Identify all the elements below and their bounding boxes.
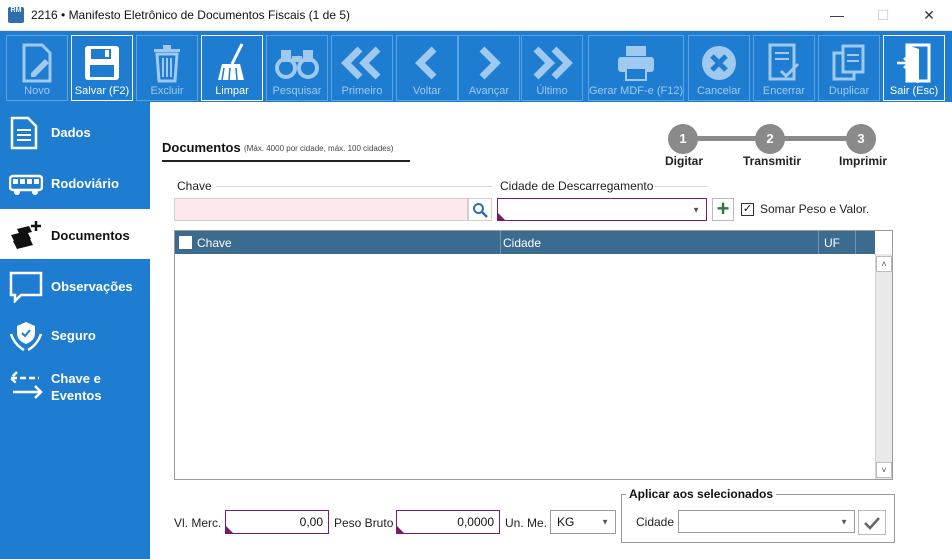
grid-header: Chave Cidade UF (175, 231, 875, 254)
sidebar-item-dados[interactable]: Dados (0, 106, 150, 156)
step-3-circle: 3 (846, 124, 876, 154)
chevron-left-icon (397, 42, 457, 84)
salvar-button[interactable]: Salvar (F2) (71, 35, 133, 101)
chave-label-rule (216, 186, 492, 187)
new-document-icon (7, 42, 67, 84)
broom-icon (202, 42, 262, 84)
sidebar-item-chave-eventos[interactable]: Chave e Eventos (0, 360, 150, 416)
cancelar-button: Cancelar (688, 35, 750, 101)
duplicate-icon (819, 42, 879, 84)
chevron-right-icon (459, 42, 519, 84)
column-separator (818, 231, 819, 254)
aplicar-cidade-label: Cidade (636, 515, 675, 529)
check-icon (864, 516, 880, 530)
step-2-circle: 2 (755, 124, 785, 154)
column-separator (500, 231, 501, 254)
dropdown-arrow-icon: ▼ (840, 517, 848, 526)
sidebar: Dados Rodoviário Documentos Observações … (0, 102, 150, 559)
app-icon: RM (8, 7, 24, 23)
avancar-button: Avançar (458, 35, 520, 101)
sair-button[interactable]: Sair (Esc) (883, 35, 945, 101)
select-all-checkbox[interactable] (179, 236, 192, 249)
sidebar-item-observacoes[interactable]: Observações (0, 261, 150, 311)
double-chevron-left-icon (332, 42, 392, 84)
arrows-left-right-icon (9, 370, 43, 402)
un-me-label: Un. Me. (505, 516, 548, 530)
novo-button: Novo (6, 35, 68, 101)
sidebar-item-seguro[interactable]: Seguro (0, 310, 150, 360)
chave-label: Chave (177, 179, 212, 193)
step-2-label: Transmitir (743, 154, 802, 168)
title-bar: RM 2216 • Manifesto Eletrônico de Docume… (0, 0, 952, 31)
sidebar-item-documentos[interactable]: Documentos (0, 209, 150, 259)
input-corner-marker (397, 526, 404, 533)
trash-icon (137, 42, 197, 84)
documents-grid[interactable]: Chave Cidade UF ˄ ˅ (174, 230, 893, 480)
gerar-mdfe-button: Gerar MDF-e (F12) (588, 35, 684, 101)
printer-icon (589, 42, 683, 84)
excluir-button: Excluir (136, 35, 198, 101)
search-icon (473, 202, 488, 218)
checklist-icon (754, 42, 814, 84)
vl-merc-input[interactable]: 0,00 (225, 510, 329, 534)
scroll-up-button[interactable]: ˄ (876, 256, 892, 272)
sidebar-item-rodoviario[interactable]: Rodoviário (0, 158, 150, 208)
step-3-label: Imprimir (839, 154, 888, 168)
column-header-uf[interactable]: UF (824, 236, 840, 250)
window-title: 2216 • Manifesto Eletrônico de Documento… (31, 8, 351, 22)
encerrar-button: Encerrar (753, 35, 815, 101)
grid-vertical-scrollbar[interactable]: ˄ ˅ (875, 254, 892, 479)
limpar-button[interactable]: Limpar (201, 35, 263, 101)
unidade-select[interactable]: KG ▼ (550, 510, 616, 534)
exit-door-icon (884, 42, 944, 84)
column-separator (855, 231, 856, 254)
apply-button[interactable] (858, 510, 886, 535)
step-1-label: Digitar (665, 154, 704, 168)
peso-bruto-label: Peso Bruto (334, 516, 394, 530)
cidade-descarregamento-label: Cidade de Descarregamento (500, 179, 654, 193)
close-button[interactable]: ✕ (906, 0, 952, 31)
toolbar: Novo Salvar (F2) Excluir Limpar Pesquisa… (0, 31, 952, 102)
column-header-cidade[interactable]: Cidade (503, 236, 541, 250)
binoculars-icon (267, 42, 327, 84)
main-panel: Documentos (Máx. 4000 por cidade, máx. 1… (150, 102, 952, 559)
input-corner-marker (498, 213, 505, 220)
minimize-button[interactable]: — (814, 0, 860, 31)
search-button[interactable] (468, 198, 492, 221)
voltar-button: Voltar (396, 35, 458, 101)
dropdown-arrow-icon: ▼ (601, 517, 609, 527)
section-underline (162, 160, 410, 162)
speech-bubble-icon (9, 271, 43, 305)
shield-hands-icon (9, 320, 43, 352)
cidade-label-rule (654, 186, 707, 187)
cancel-circle-icon (689, 42, 749, 84)
pesquisar-button: Pesquisar (266, 35, 328, 101)
double-chevron-right-icon (522, 42, 582, 84)
input-corner-marker (226, 526, 233, 533)
document-icon (9, 116, 41, 150)
section-subtitle: (Máx. 4000 por cidade, máx. 100 cidades) (244, 144, 394, 153)
primeiro-button: Primeiro (331, 35, 393, 101)
somar-peso-checkbox[interactable]: ✓ (741, 203, 754, 216)
add-document-button[interactable]: + (712, 198, 734, 221)
step-1-circle: 1 (668, 124, 698, 154)
vl-merc-label: Vl. Merc. (174, 516, 222, 530)
ultimo-button: Último (521, 35, 583, 101)
save-icon (72, 42, 132, 84)
section-title: Documentos (162, 140, 241, 155)
aplicar-selecionados-title: Aplicar aos selecionados (626, 487, 777, 501)
cidade-descarregamento-select[interactable]: ▼ (497, 198, 707, 221)
dropdown-arrow-icon: ▼ (692, 205, 700, 214)
chave-input[interactable] (174, 198, 468, 221)
aplicar-cidade-select[interactable]: ▼ (678, 510, 855, 533)
maximize-button: ☐ (876, 7, 890, 23)
bus-icon (8, 168, 44, 200)
somar-peso-label: Somar Peso e Valor. (760, 202, 870, 216)
duplicar-button: Duplicar (818, 35, 880, 101)
column-header-chave[interactable]: Chave (197, 236, 232, 250)
scroll-down-button[interactable]: ˅ (876, 462, 892, 478)
peso-bruto-input[interactable]: 0,0000 (396, 510, 500, 534)
documents-stack-add-icon (9, 219, 41, 251)
